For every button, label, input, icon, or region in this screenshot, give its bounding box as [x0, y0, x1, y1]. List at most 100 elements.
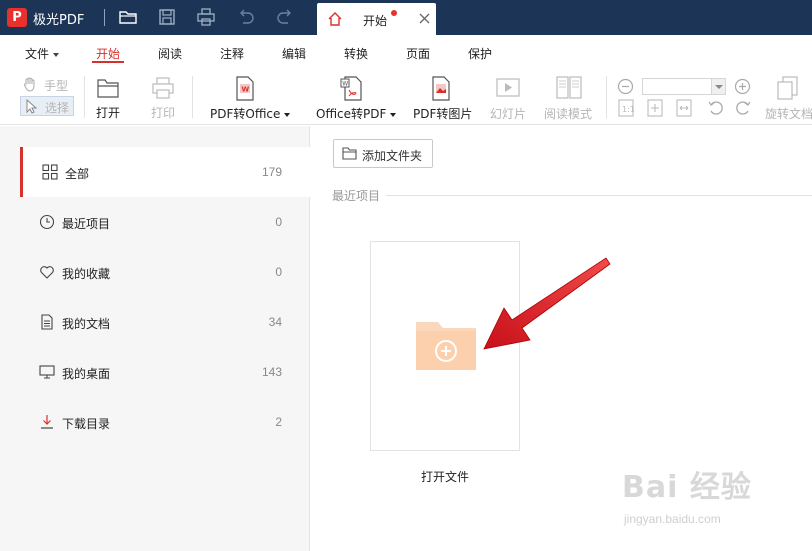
zoom-select[interactable] [642, 78, 726, 95]
toolbar-divider [606, 76, 607, 118]
rotate-left-icon[interactable] [707, 99, 725, 117]
menu-protect[interactable]: 保护 [468, 45, 492, 62]
sidebar-item-label: 下载目录 [62, 417, 111, 431]
red-arrow-icon [483, 257, 611, 350]
watermark-text: Bai 经验 [622, 470, 752, 505]
reading-mode-button[interactable]: 阅读模式 [544, 76, 596, 122]
sidebar-item-all[interactable]: 全部 179 [20, 147, 310, 197]
actual-size-icon[interactable]: 1:1 [617, 99, 635, 117]
sidebar-item-count: 179 [261, 165, 282, 179]
sidebar-item-favorites[interactable]: 我的收藏 0 [20, 247, 310, 297]
printer-icon [152, 77, 174, 99]
sidebar-item-count: 143 [261, 365, 282, 379]
watermark: Bai 经验 jingyan.baidu.com [622, 462, 752, 526]
open-label: 打开 [96, 106, 121, 120]
watermark-url: jingyan.baidu.com [624, 512, 721, 526]
reading-mode-label: 阅读模式 [544, 107, 593, 121]
menu-convert[interactable]: 转换 [344, 45, 368, 62]
add-folder-button[interactable]: 添加文件夹 [333, 139, 433, 168]
menu-start[interactable]: 开始 [96, 45, 120, 62]
select-tool-label: 选择 [45, 101, 70, 115]
rotate-document-button[interactable]: 旋转文档 [764, 76, 812, 122]
tab-label: 开始 [363, 14, 388, 28]
app-title: 极光PDF [33, 13, 85, 28]
sidebar-item-label: 我的收藏 [62, 267, 111, 281]
office-to-pdf-icon: W [340, 76, 362, 101]
hand-tool[interactable]: 手型 [20, 76, 76, 94]
menu-annotate[interactable]: 注释 [220, 45, 244, 62]
folder-icon [342, 147, 357, 160]
title-bar: P 极光PDF 开始 [0, 0, 812, 35]
pdf-to-office-button[interactable]: W PDF转Office [208, 76, 292, 122]
sidebar-item-count: 2 [275, 415, 282, 429]
open-file-icon [97, 79, 119, 98]
ribbon-toolbar: 手型 选择 打开 打印 W PDF转Office W Office转PDF PD… [0, 68, 812, 125]
sidebar-item-recent[interactable]: 最近项目 0 [20, 197, 310, 247]
zoom-dropdown[interactable] [711, 79, 725, 94]
undo-icon[interactable] [236, 7, 256, 27]
pdf-to-image-icon [432, 76, 450, 101]
sidebar-item-label: 全部 [65, 167, 90, 181]
document-icon [41, 314, 53, 330]
sidebar-item-label: 最近项目 [62, 217, 111, 231]
titlebar-divider [104, 9, 105, 26]
office-to-pdf-label: Office转PDF [316, 105, 397, 122]
menu-file-label: 文件 [25, 47, 50, 61]
office-to-pdf-text: Office转PDF [316, 107, 387, 121]
hand-tool-label: 手型 [44, 79, 69, 93]
sidebar-item-documents[interactable]: 我的文档 34 [20, 297, 310, 347]
section-title: 最近项目 [332, 189, 381, 203]
sidebar-item-label: 我的桌面 [62, 367, 111, 381]
rotate-right-icon[interactable] [734, 99, 752, 117]
slideshow-button[interactable]: 幻灯片 [490, 76, 530, 122]
hand-icon [24, 77, 35, 92]
sidebar-item-desktop[interactable]: 我的桌面 143 [20, 347, 310, 397]
clock-icon [39, 214, 55, 230]
menu-read[interactable]: 阅读 [158, 45, 182, 62]
home-icon [327, 11, 343, 27]
chevron-down-icon [715, 85, 723, 89]
open-button[interactable]: 打开 [94, 76, 124, 122]
open-file-label: 打开文件 [421, 470, 470, 484]
redo-icon[interactable] [275, 7, 295, 27]
fit-page-icon[interactable] [646, 99, 664, 117]
toolbar-divider [84, 76, 85, 118]
office-to-pdf-button[interactable]: W Office转PDF [315, 76, 399, 122]
chevron-down-icon [390, 112, 397, 117]
rotate-document-icon [777, 76, 798, 100]
active-menu-indicator [92, 61, 124, 63]
select-tool[interactable]: 选择 [20, 96, 74, 116]
pdf-to-office-label: PDF转Office [210, 105, 291, 122]
print-icon[interactable] [196, 7, 216, 27]
pdf-to-image-label: PDF转图片 [413, 107, 473, 121]
svg-text:W: W [342, 81, 348, 88]
pdf-to-image-button[interactable]: PDF转图片 [412, 76, 474, 122]
slideshow-label: 幻灯片 [490, 107, 527, 121]
zoom-out-icon[interactable] [617, 78, 634, 95]
print-label: 打印 [151, 106, 176, 120]
open-folder-icon[interactable] [118, 7, 138, 27]
reading-mode-icon [556, 76, 582, 99]
app-logo: P [7, 8, 27, 27]
sidebar-item-downloads[interactable]: 下载目录 2 [20, 397, 310, 447]
pdf-to-word-icon: W [236, 76, 254, 101]
sidebar-item-count: 0 [275, 215, 282, 229]
menu-page[interactable]: 页面 [406, 45, 430, 62]
svg-text:1:1: 1:1 [622, 105, 635, 114]
fit-width-icon[interactable] [675, 99, 693, 117]
notification-dot [391, 10, 397, 16]
download-icon [41, 415, 53, 429]
add-folder-label: 添加文件夹 [362, 149, 423, 163]
menu-file[interactable]: 文件 [25, 45, 60, 62]
sidebar-item-count: 0 [275, 265, 282, 279]
pdf-to-office-text: PDF转Office [210, 107, 281, 121]
print-button[interactable]: 打印 [149, 76, 179, 122]
tab-start[interactable]: 开始 [317, 3, 436, 35]
save-icon[interactable] [157, 7, 177, 27]
grid-icon [42, 164, 58, 180]
close-icon[interactable] [418, 12, 431, 25]
menu-edit[interactable]: 编辑 [282, 45, 306, 62]
sidebar: 全部 179 最近项目 0 我的收藏 0 我的文档 34 我的桌面 143 下载… [0, 126, 310, 551]
zoom-in-icon[interactable] [734, 78, 751, 95]
add-folder-icon [416, 322, 476, 370]
